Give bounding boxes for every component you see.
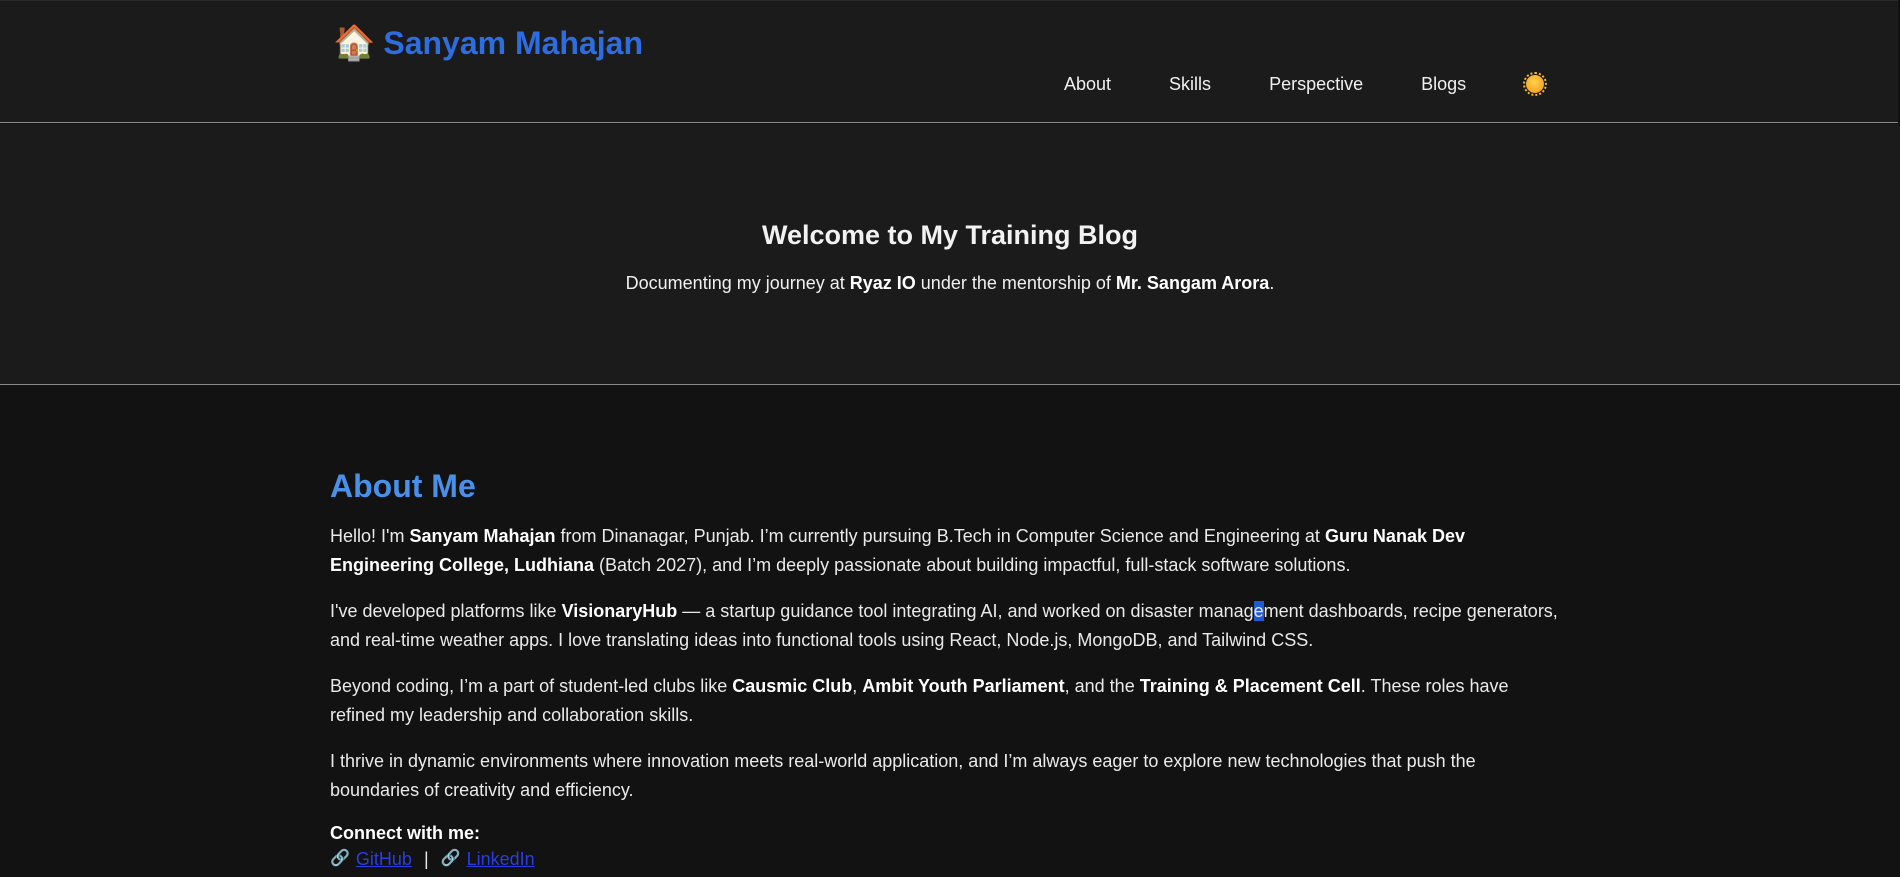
social-links: 🔗 GitHub | 🔗 LinkedIn bbox=[330, 846, 1560, 872]
about-paragraph-closing: I thrive in dynamic environments where i… bbox=[330, 751, 1476, 800]
about-title: About Me bbox=[330, 468, 476, 504]
hero-section: Welcome to My Training Blog Documenting … bbox=[0, 124, 1900, 385]
about-section: About Me Hello! I'm Sanyam Mahajan from … bbox=[330, 464, 1560, 872]
main-nav: About Skills Perspective Blogs bbox=[1064, 72, 1548, 96]
github-link[interactable]: GitHub bbox=[356, 846, 412, 872]
site-header: 🏠 Sanyam Mahajan About Skills Perspectiv… bbox=[0, 0, 1898, 123]
linkedin-link[interactable]: LinkedIn bbox=[467, 846, 535, 872]
project-name: VisionaryHub bbox=[561, 601, 678, 621]
author-name: Sanyam Mahajan bbox=[409, 526, 556, 546]
hero-subtitle: Documenting my journey at Ryaz IO under … bbox=[0, 271, 1900, 295]
about-paragraph-intro: Hello! I'm Sanyam Mahajan from Dinanagar… bbox=[330, 522, 1560, 580]
sun-icon[interactable] bbox=[1523, 72, 1548, 96]
link-separator: | bbox=[423, 849, 429, 869]
text: I've developed platforms like bbox=[330, 601, 562, 621]
club-name: Training & Placement Cell bbox=[1139, 676, 1361, 696]
hero-sub-text: Documenting my journey at bbox=[625, 273, 850, 293]
text: (Batch 2027), and I’m deeply passionate … bbox=[594, 555, 1351, 575]
club-name: Causmic Club bbox=[732, 676, 853, 696]
link-icon: 🔗 bbox=[330, 850, 350, 867]
text: , and the bbox=[1064, 676, 1140, 696]
nav-skills[interactable]: Skills bbox=[1169, 73, 1211, 95]
hero-sub-text: . bbox=[1269, 273, 1275, 293]
hero-sub-text: under the mentorship of bbox=[915, 273, 1116, 293]
text: Beyond coding, I’m a part of student-led… bbox=[330, 676, 733, 696]
connect-label: Connect with me: bbox=[330, 823, 481, 843]
mentor-name: Mr. Sangam Arora bbox=[1115, 273, 1270, 293]
club-name: Ambit Youth Parliament bbox=[862, 676, 1065, 696]
text: , bbox=[852, 676, 863, 696]
about-paragraph-clubs: Beyond coding, I’m a part of student-led… bbox=[330, 672, 1560, 730]
page: 🏠 Sanyam Mahajan About Skills Perspectiv… bbox=[0, 0, 1900, 877]
nav-perspective[interactable]: Perspective bbox=[1269, 73, 1363, 95]
about-paragraph-projects: I've developed platforms like VisionaryH… bbox=[330, 597, 1560, 655]
text-selection: e bbox=[1253, 601, 1264, 621]
company-name: Ryaz IO bbox=[849, 273, 916, 293]
brand-name: Sanyam Mahajan bbox=[383, 25, 643, 61]
link-icon: 🔗 bbox=[440, 850, 461, 867]
text: — a startup guidance tool integrating AI… bbox=[677, 601, 1254, 621]
text: Hello! I'm bbox=[330, 526, 410, 546]
brand-link[interactable]: 🏠 Sanyam Mahajan bbox=[333, 23, 643, 63]
home-icon: 🏠 bbox=[333, 24, 376, 62]
nav-blogs[interactable]: Blogs bbox=[1421, 73, 1466, 95]
hero-title: Welcome to My Training Blog bbox=[761, 220, 1139, 250]
text: from Dinanagar, Punjab. I’m currently pu… bbox=[555, 526, 1325, 546]
nav-about[interactable]: About bbox=[1064, 73, 1111, 95]
